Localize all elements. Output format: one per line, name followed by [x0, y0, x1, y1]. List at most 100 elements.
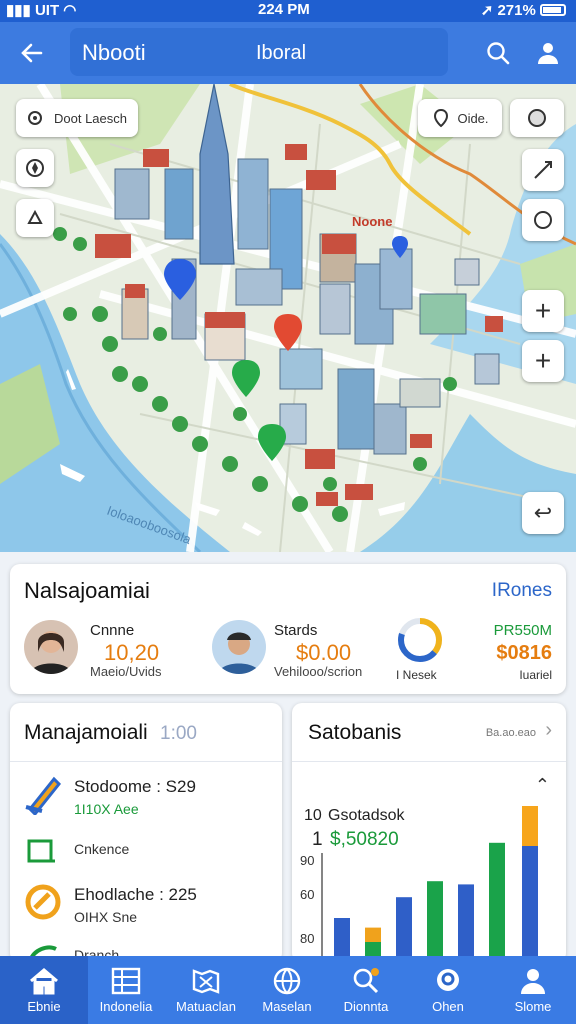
stat-value: $0816: [496, 642, 552, 664]
back-arrow-icon: [21, 43, 43, 63]
person-icon: [538, 43, 558, 64]
city-map[interactable]: Ioloaooboosola Doot Laesch Oide. + + ↩ N…: [0, 84, 576, 552]
summary-link[interactable]: IRones: [492, 580, 552, 602]
ring-label: I Nesek: [396, 668, 437, 682]
app-bar: Nbooti Iboral: [0, 22, 576, 84]
wifi-icon: ◠: [63, 2, 77, 19]
compass-icon: [26, 159, 44, 177]
search-button[interactable]: [478, 34, 518, 72]
compass-button[interactable]: [16, 149, 54, 187]
map-search-label: Doot Laesch: [54, 110, 127, 126]
nav-item-home[interactable]: Ebnie: [0, 956, 88, 1024]
info-button[interactable]: [510, 99, 564, 137]
stat-label: PR550M: [493, 622, 552, 639]
person1-value: 10,20: [104, 640, 160, 665]
person2-sub: Vehilooo/scrion: [274, 664, 363, 679]
carrier-label: ▮▮▮ UIT ◠: [6, 1, 76, 19]
battery-label: ➚ 271%: [481, 1, 566, 19]
chart-bar: [396, 897, 412, 958]
layers-icon: [27, 209, 43, 224]
person-photo-icon: [30, 631, 72, 674]
map-illustration: Ioloaooboosola: [0, 84, 576, 552]
stats-link[interactable]: Ba.ao.eao: [486, 727, 536, 739]
list-item[interactable]: Cnkence: [10, 829, 282, 875]
nav-label: Matuaclan: [176, 998, 236, 1014]
person-photo-icon: [218, 632, 260, 674]
divider: [10, 761, 282, 762]
map-filter-label: Oide.: [457, 110, 489, 126]
list-item[interactable]: Ehodlache : 225 OIHX Sne: [10, 875, 282, 935]
item-title: Ehodlache : 225: [74, 885, 197, 904]
person1-sub: Maeio/Uvids: [90, 664, 162, 679]
manage-card: Manajamoiali 1:00 Stodoome : S29 1I10X A…: [10, 703, 282, 963]
manage-count: 1:00: [160, 723, 197, 744]
person2-value: $0.00: [296, 640, 352, 665]
zoom-in-button[interactable]: +: [522, 290, 564, 332]
home-icon: [30, 967, 58, 994]
title-field[interactable]: Nbooti Iboral: [70, 28, 448, 76]
pencil-icon: [25, 776, 62, 815]
search-icon: [353, 967, 379, 993]
plus-icon: +: [534, 295, 552, 326]
nav-item-location[interactable]: Ohen: [406, 956, 490, 1024]
map-filter-chip[interactable]: Oide.: [418, 99, 502, 137]
avatar: [24, 620, 78, 674]
chart-bar: [522, 846, 538, 958]
nav-item-table[interactable]: Indonelia: [88, 956, 164, 1024]
progress-ring: [398, 618, 442, 662]
locate-button[interactable]: [522, 199, 564, 241]
stats-card: Satobanis Ba.ao.eao › ⌃ 10 Gsotadsok 1 $…: [292, 703, 566, 963]
nav-label: Ebnie: [27, 998, 61, 1014]
status-bar: ▮▮▮ UIT ◠ 224 PM ➚ 271%: [0, 0, 576, 22]
chart-bar: [489, 842, 505, 958]
map-search-chip[interactable]: Doot Laesch: [16, 99, 138, 137]
nav-item-search[interactable]: Dionnta: [326, 956, 406, 1024]
chart-bar: [458, 884, 474, 958]
person-icon: [521, 968, 545, 994]
page-subtitle: Iboral: [256, 42, 307, 64]
table-icon: [111, 967, 141, 994]
chart-bar: [334, 918, 350, 958]
item-sub: 1I10X Aee: [74, 801, 139, 817]
route-button[interactable]: [522, 149, 564, 191]
stats-title: Satobanis: [308, 721, 402, 744]
nav-item-map[interactable]: Matuaclan: [164, 956, 248, 1024]
location-arrow-icon: ➚: [480, 2, 498, 19]
person1-name: Cnnne: [90, 622, 135, 639]
signal-icon: ▮▮▮: [6, 2, 35, 19]
y-tick-label: 60: [300, 887, 314, 902]
chevron-right-icon[interactable]: ›: [545, 719, 552, 742]
return-icon: ↩: [533, 500, 553, 525]
back-button[interactable]: [12, 34, 52, 72]
bar-chart: 90 60 80: [300, 806, 538, 958]
zoom-in-alt-button[interactable]: +: [522, 340, 564, 382]
back-navigation-button[interactable]: ↩: [522, 492, 564, 534]
location-icon: [437, 968, 459, 991]
chart-bar: [365, 927, 381, 942]
nav-item-profile[interactable]: Slome: [490, 956, 576, 1024]
nav-label: Dionnta: [343, 998, 389, 1014]
nav-item-globe[interactable]: Maselan: [248, 956, 326, 1024]
divider: [292, 761, 566, 762]
item-title: Stodoome : S29: [74, 777, 196, 796]
route-icon: [534, 161, 552, 179]
manage-title: Manajamoiali: [24, 721, 148, 744]
profile-button[interactable]: [528, 34, 568, 72]
item-title: Cnkence: [74, 841, 130, 857]
summary-title: Nalsajoamiai: [24, 578, 150, 603]
y-tick-label: 90: [300, 853, 314, 868]
location-pin-icon: [434, 108, 449, 128]
y-tick-label: 80: [300, 931, 314, 946]
stat-sub: Iuariel: [519, 668, 552, 682]
person2-name: Stards: [274, 622, 318, 639]
layers-button[interactable]: [16, 199, 54, 237]
gear-icon: [28, 111, 42, 125]
nav-label: Ohen: [432, 998, 464, 1014]
globe-icon: [273, 967, 301, 994]
search-icon: [487, 42, 510, 65]
map-icon: [192, 968, 220, 994]
info-icon: [528, 109, 546, 127]
chart-bar: [427, 881, 443, 958]
page-title: Nbooti: [82, 40, 146, 65]
list-item[interactable]: Stodoome : S29 1I10X Aee: [10, 767, 282, 827]
